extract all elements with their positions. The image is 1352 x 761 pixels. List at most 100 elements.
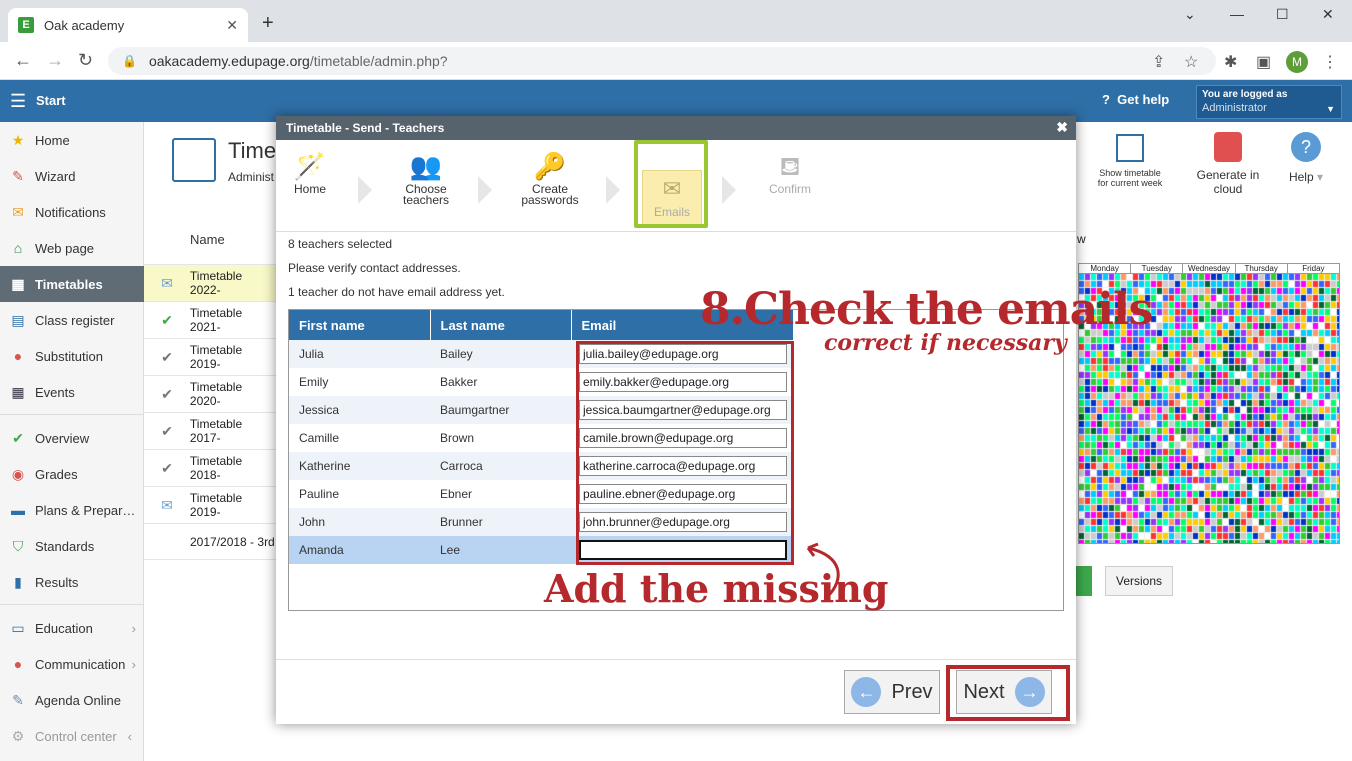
open-book-icon: ▭ [11,619,25,636]
collapse-chevron-icon[interactable]: ‹ [128,729,132,744]
sidebar-item-substitution[interactable]: ● Substitution [0,338,144,374]
chevron-right-icon: › [131,620,136,636]
first-name-cell: Katherine [289,452,430,480]
get-help-link[interactable]: ? Get help [1102,92,1169,107]
table-row[interactable]: ✉ Timetable 2019- [144,486,276,523]
shield-icon: ⛉ [12,537,24,554]
back-icon[interactable]: ← [14,50,32,71]
sidebar-item-label: Timetables [35,276,103,292]
minimize-icon[interactable]: — [1230,6,1244,22]
sidebar-item-label: Plans & Prepar… [35,502,136,518]
sidebar-item-timetables[interactable]: ▦ Timetables [0,266,144,302]
last-name-cell: Bakker [430,368,571,396]
first-name-cell: Emily [289,368,430,396]
sidebar-item-class-register[interactable]: ▤ Class register [0,302,144,338]
table-row[interactable]: ✔ Timetable 2021- [144,301,276,338]
wand-icon: 🪄 [293,151,327,181]
sidebar-item-label: Home [35,132,70,148]
show-timetable-label: Show timetable for current week [1097,168,1163,188]
profile-avatar[interactable]: M [1286,51,1308,73]
dialog-header: Timetable - Send - Teachers ✖ [276,116,1076,140]
sidebar-item-wizard[interactable]: ✎ Wizard [0,158,144,194]
url-field[interactable]: 🔒 oakacademy.edupage.org/timetable/admin… [108,47,1216,75]
versions-button[interactable]: Versions [1105,566,1173,596]
help-button[interactable]: ? Help ▾ [1278,126,1334,184]
name-column-header: Name [190,232,225,247]
row-name: Timetable 2020- [189,380,243,408]
pencil-icon: ✎ [12,691,24,708]
step-label: Choose teachers [402,182,450,207]
col-last-name[interactable]: Last name [430,310,572,340]
first-name-cell: Julia [289,340,430,368]
table-row[interactable]: ✔ Timetable 2019- [144,338,276,375]
envelope-icon: ✉ [12,203,24,220]
wand-icon: ✎ [12,167,24,184]
logged-as-dropdown[interactable]: You are logged as Administrator ▼ [1196,85,1342,119]
maximize-icon[interactable]: ☐ [1276,6,1289,23]
generate-in-cloud-button[interactable]: Generate in cloud [1190,126,1266,196]
side-panel-icon[interactable]: ▣ [1256,52,1271,72]
sidebar-item-web-page[interactable]: ⌂ Web page [0,230,144,266]
sidebar-item-events[interactable]: ▦ Events [0,374,144,410]
last-name-cell: Lee [430,536,571,564]
sidebar-item-results[interactable]: ▮ Results [0,564,144,600]
day-label: Wednesday [1183,264,1236,273]
sidebar-item-agenda-online[interactable]: ✎ Agenda Online [0,682,144,718]
sidebar-item-label: Agenda Online [35,692,122,708]
sidebar-item-education[interactable]: ▭ Education › [0,610,144,646]
close-tab-icon[interactable]: ✕ [226,17,238,34]
show-timetable-button[interactable]: Show timetable for current week [1094,126,1166,188]
table-row[interactable]: ✔ Timetable 2018- [144,449,276,486]
close-window-icon[interactable]: ✕ [1322,6,1334,23]
table-row[interactable]: ✔ Timetable 2020- [144,375,276,412]
bookmark-star-icon[interactable]: ☆ [1184,52,1198,72]
step-home[interactable]: 🪄 Home [270,148,350,195]
close-dialog-icon[interactable]: ✖ [1056,119,1068,136]
sidebar-item-label: Substitution [35,348,103,364]
tab-search-chevron-icon[interactable]: ⌄ [1184,6,1196,23]
start-link[interactable]: Start [36,93,66,108]
sidebar-item-notifications[interactable]: ✉ Notifications [0,194,144,230]
sidebar-item-label: Events [35,384,75,400]
sidebar-item-standards[interactable]: ⛉ Standards [0,528,144,564]
table-row[interactable]: ✉ Timetable 2022- [144,264,276,301]
check-icon: ✔ [161,422,173,439]
new-tab-icon[interactable]: + [262,12,274,35]
step-create-passwords[interactable]: 🔑 Create passwords [510,148,590,206]
annotation-headline-text: Check the emails [743,284,1153,335]
green-button-partial[interactable] [1076,566,1092,596]
sidebar: ★ Home ✎ Wizard ✉ Notifications ⌂ Web page ▦… [0,122,144,761]
step-confirm[interactable]: ⛾ Confirm [750,148,830,195]
sidebar-item-overview[interactable]: ✔ Overview [0,420,144,456]
get-help-label: Get help [1117,92,1170,107]
sidebar-item-control-center[interactable]: ⚙ Control center ‹ [0,718,144,754]
sidebar-item-grades[interactable]: ◉ Grades [0,456,144,492]
table-row[interactable]: 2017/2018 - 3rd [144,523,276,560]
key-icon: 🔑 [533,151,567,181]
table-row[interactable]: ✔ Timetable 2017- [144,412,276,449]
sidebar-item-label: Overview [35,430,90,446]
sidebar-item-plans[interactable]: ▬ Plans & Prepar… [0,492,144,528]
last-name-cell: Brown [430,424,571,452]
hamburger-menu-icon[interactable]: ☰ [10,91,26,112]
step-arrow-icon [606,176,620,204]
page-subtitle: Administ [228,170,275,184]
step-choose-teachers[interactable]: 👥 Choose teachers [386,148,466,206]
step-arrow-icon [358,176,372,204]
url-path: /timetable/admin.php? [309,53,448,69]
sidebar-item-communication[interactable]: ● Communication › [0,646,144,682]
extensions-puzzle-icon[interactable]: ✱ [1224,52,1237,72]
reload-icon[interactable]: ↻ [78,50,93,71]
col-first-name[interactable]: First name [289,310,431,340]
person-icon: ● [13,348,23,364]
footer-divider [276,659,1076,660]
book-icon: ▤ [11,311,25,328]
sidebar-item-home[interactable]: ★ Home [0,122,144,158]
browser-tab[interactable]: E Oak academy ✕ [8,8,248,42]
prev-button[interactable]: ← Prev [844,670,940,714]
first-name-cell: Pauline [289,480,430,508]
forward-icon[interactable]: → [46,50,64,71]
more-menu-icon[interactable]: ⋮ [1322,52,1338,72]
share-icon[interactable]: ⇪ [1152,52,1165,72]
stamp-icon: ⛾ [779,151,801,181]
